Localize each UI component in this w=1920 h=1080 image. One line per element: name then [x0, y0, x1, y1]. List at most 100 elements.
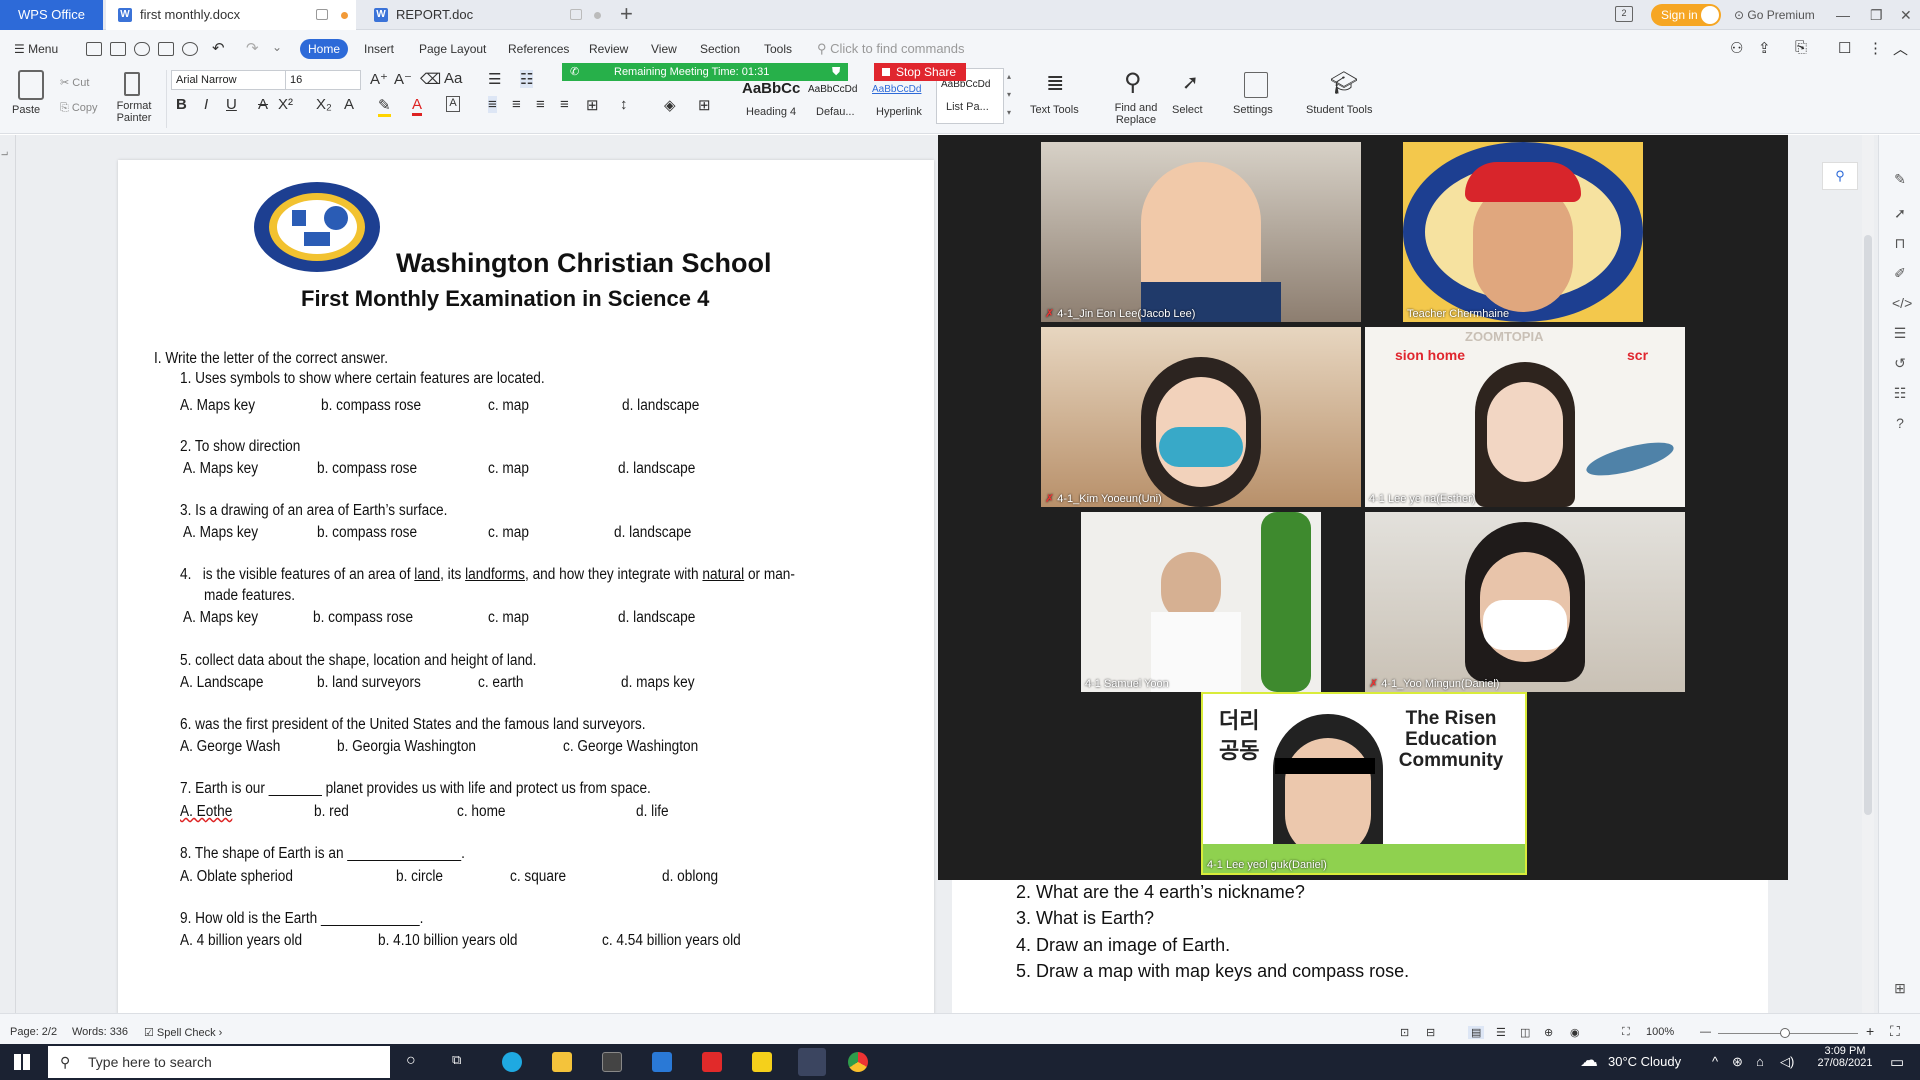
- bold-icon[interactable]: B: [176, 96, 187, 113]
- stack-icon[interactable]: ☷: [1892, 385, 1908, 401]
- borders-icon[interactable]: ⊞: [698, 96, 711, 114]
- share-icon[interactable]: ⇪: [1758, 39, 1771, 57]
- format-painter-button[interactable]: Format Painter: [112, 100, 156, 124]
- video-tile[interactable]: ✗ 4-1_Kim Yooeun(Uni): [1041, 327, 1361, 507]
- bullet-list-icon[interactable]: ☰: [488, 70, 501, 88]
- select-button[interactable]: Select: [1172, 104, 1203, 116]
- wps-icon[interactable]: [702, 1052, 722, 1072]
- taskbar-search-input[interactable]: ⚲ Type here to search: [48, 1046, 390, 1078]
- view-icon[interactable]: ⊟: [1426, 1026, 1435, 1039]
- open-folder-icon[interactable]: [86, 42, 102, 56]
- subscript-icon[interactable]: X₂: [316, 96, 332, 113]
- comment-icon[interactable]: ☐: [1838, 39, 1851, 57]
- select-cursor-icon[interactable]: ➚: [1182, 70, 1199, 95]
- align-center-icon[interactable]: ≡: [512, 96, 521, 113]
- video-tile[interactable]: ✗ 4-1_Yoo Mingun(Daniel): [1365, 512, 1685, 692]
- page-view-icon[interactable]: ▤: [1468, 1026, 1485, 1039]
- tab-review[interactable]: Review: [589, 42, 628, 56]
- shrink-font-icon[interactable]: A⁻: [394, 70, 412, 88]
- video-tile[interactable]: ZOOMTOPIA sion home scr 4-1 Lee ye na(Es…: [1365, 327, 1685, 507]
- sliders-icon[interactable]: ☰: [1892, 325, 1908, 341]
- align-right-icon[interactable]: ≡: [536, 96, 545, 113]
- numbered-list-icon[interactable]: ☷: [520, 70, 534, 88]
- restore-icon[interactable]: [570, 9, 582, 20]
- view-icon[interactable]: ⊡: [1400, 1026, 1409, 1039]
- collapse-ribbon-icon[interactable]: ︿: [1893, 38, 1908, 59]
- stop-share-button[interactable]: Stop Share: [874, 63, 966, 81]
- outline-view-icon[interactable]: ☰: [1496, 1026, 1506, 1039]
- tray-app-icon[interactable]: ⌂: [1756, 1054, 1764, 1069]
- shading-icon[interactable]: ◈: [664, 96, 676, 114]
- style-heading-4[interactable]: Heading 4: [746, 106, 796, 118]
- minimize-icon[interactable]: —: [1836, 0, 1850, 30]
- chrome-icon[interactable]: [848, 1052, 868, 1072]
- student-cap-icon[interactable]: 🎓︎: [1330, 70, 1358, 96]
- tab-first-monthly[interactable]: W first monthly.docx: [106, 0, 356, 30]
- file-explorer-icon[interactable]: [552, 1052, 572, 1072]
- cortana-icon[interactable]: ○: [406, 1052, 416, 1070]
- eye-protection-icon[interactable]: ◉: [1570, 1026, 1580, 1039]
- superscript-icon[interactable]: X²: [278, 96, 293, 113]
- vertical-scrollbar[interactable]: [1862, 135, 1874, 1015]
- save-icon[interactable]: [110, 42, 126, 56]
- close-icon[interactable]: ✕: [1900, 0, 1912, 30]
- task-view-icon[interactable]: ⧉: [452, 1052, 461, 1068]
- fullscreen-icon[interactable]: ⛶: [1890, 1023, 1900, 1040]
- fit-page-icon[interactable]: ⛶: [1622, 1026, 1630, 1039]
- text-effect-icon[interactable]: A: [344, 96, 354, 113]
- web-view-icon[interactable]: ⊕: [1544, 1026, 1553, 1039]
- zoom-app-icon-active[interactable]: [798, 1048, 826, 1076]
- style-hyperlink[interactable]: Hyperlink: [876, 106, 922, 118]
- styles-scroll-icon[interactable]: ▴ ▾ ▾: [1004, 68, 1014, 124]
- go-premium-button[interactable]: ⊙ Go Premium: [1734, 0, 1815, 30]
- lock-icon[interactable]: ⊓: [1892, 235, 1908, 251]
- wps-office-tab[interactable]: WPS Office: [0, 0, 103, 30]
- paste-icon[interactable]: [18, 70, 44, 100]
- spell-check-button[interactable]: ☑ Spell Check ›: [144, 1026, 222, 1039]
- clear-format-icon[interactable]: ⌫: [420, 70, 441, 88]
- distribute-icon[interactable]: ⊞: [586, 96, 599, 114]
- tab-page-layout[interactable]: Page Layout: [419, 42, 486, 56]
- font-name-select[interactable]: Arial Narrow: [171, 70, 287, 90]
- find-replace-icon[interactable]: ⚲: [1124, 68, 1142, 97]
- line-spacing-icon[interactable]: ↕: [620, 96, 628, 113]
- weather-text[interactable]: 30°C Cloudy: [1608, 1054, 1681, 1069]
- notifications-icon[interactable]: ▭: [1890, 1053, 1904, 1071]
- student-tools-button[interactable]: Student Tools: [1306, 104, 1372, 116]
- tab-insert[interactable]: Insert: [364, 42, 394, 56]
- windows-start-icon[interactable]: [14, 1054, 30, 1070]
- change-case-icon[interactable]: Aa: [444, 70, 462, 87]
- pen-icon[interactable]: ✎: [1892, 171, 1908, 187]
- zoom-slider-handle[interactable]: [1780, 1028, 1790, 1038]
- cloud-icon[interactable]: ⎘: [1795, 39, 1807, 56]
- tab-tools[interactable]: Tools: [764, 42, 792, 56]
- document-page-1[interactable]: Washington Christian School First Monthl…: [118, 160, 934, 1015]
- help-icon[interactable]: ?: [1892, 415, 1908, 431]
- strikethrough-icon[interactable]: A: [258, 96, 268, 113]
- tab-section[interactable]: Section: [700, 42, 740, 56]
- justify-icon[interactable]: ≡: [560, 96, 569, 113]
- italic-icon[interactable]: I: [204, 96, 208, 113]
- export-icon[interactable]: [134, 42, 150, 56]
- word-count[interactable]: Words: 336: [72, 1026, 128, 1038]
- store-icon[interactable]: [602, 1052, 622, 1072]
- find-replace-button[interactable]: Find and Replace: [1110, 102, 1162, 126]
- video-tile[interactable]: ✗ 4-1_Jin Eon Lee(Jacob Lee): [1041, 142, 1361, 322]
- customize-dropdown-icon[interactable]: ⌄: [272, 40, 282, 54]
- paste-button[interactable]: Paste: [12, 104, 40, 116]
- mail-icon[interactable]: [652, 1052, 672, 1072]
- text-tools-button[interactable]: Text Tools: [1030, 104, 1079, 116]
- location-pin-icon[interactable]: ⚲: [1822, 162, 1858, 190]
- preview-icon[interactable]: [182, 42, 198, 56]
- window-number-icon[interactable]: 2: [1615, 6, 1633, 22]
- restore-icon[interactable]: [316, 9, 328, 20]
- font-size-select[interactable]: 16: [285, 70, 361, 90]
- sticky-notes-icon[interactable]: [752, 1052, 772, 1072]
- print-icon[interactable]: [158, 42, 174, 56]
- zoom-in-icon[interactable]: +: [1866, 1023, 1874, 1039]
- settings-button[interactable]: Settings: [1233, 104, 1273, 116]
- volume-icon[interactable]: ◁): [1780, 1054, 1794, 1070]
- maximize-icon[interactable]: ❐: [1870, 0, 1883, 30]
- video-tile-active-speaker[interactable]: 더리 공동 The Risen Education Community 4-1 …: [1201, 692, 1527, 875]
- apps-grid-icon[interactable]: ⊞: [1892, 980, 1908, 996]
